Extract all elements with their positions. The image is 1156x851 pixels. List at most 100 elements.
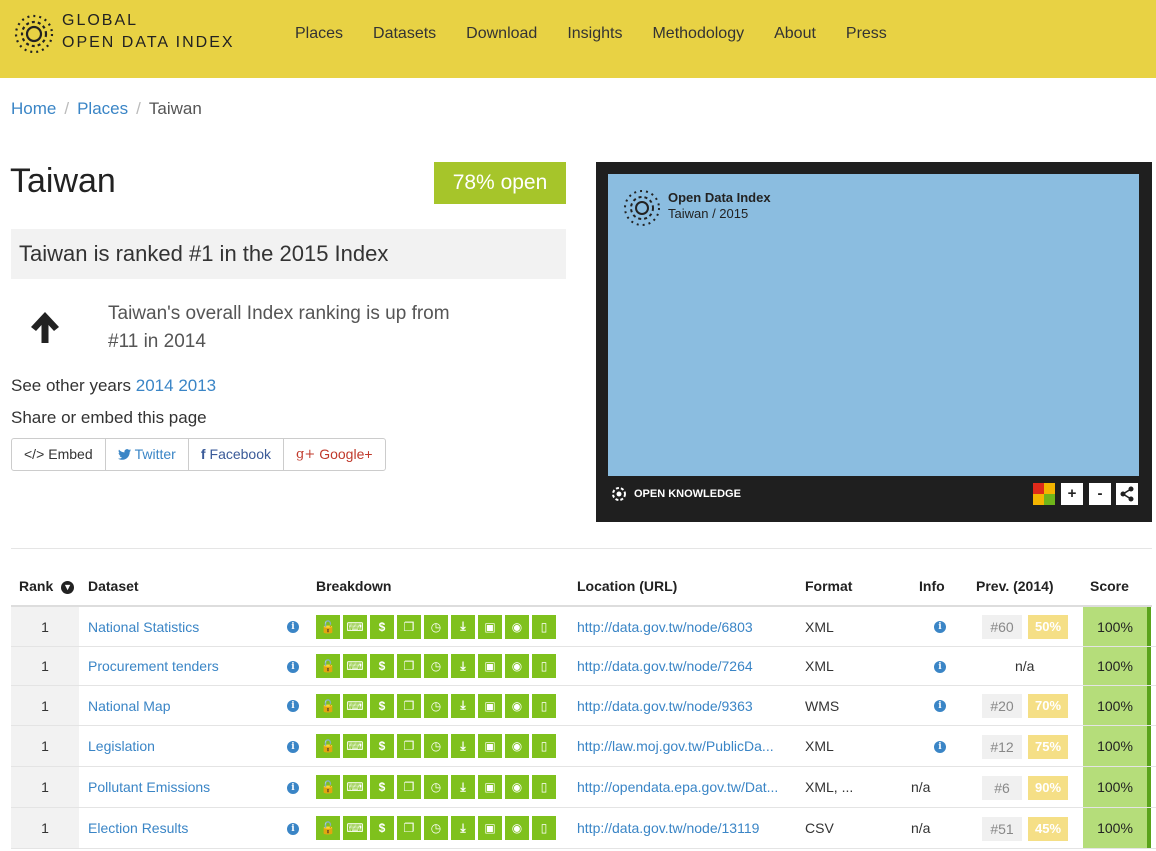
open-knowledge-logo[interactable]: OPEN KNOWLEDGE (610, 485, 741, 503)
copy-icon[interactable]: ❐ (397, 693, 421, 718)
info-icon[interactable]: i (934, 740, 946, 753)
zoom-in-button[interactable]: + (1061, 483, 1083, 505)
save-icon[interactable]: ▣ (478, 816, 502, 840)
download-icon[interactable]: ⤓ (451, 614, 475, 639)
nav-methodology[interactable]: Methodology (637, 0, 759, 78)
embed-button[interactable]: </> Embed (12, 439, 106, 470)
download-icon[interactable]: ⤓ (451, 693, 475, 718)
breadcrumb-places[interactable]: Places (77, 99, 128, 118)
unlock-icon[interactable]: 🔓 (316, 775, 340, 799)
eye-icon[interactable]: ◉ (505, 816, 529, 840)
clock-icon[interactable]: ◷ (424, 734, 448, 758)
location-url-link[interactable]: http://data.gov.tw/node/7264 (577, 647, 787, 685)
info-icon[interactable]: i (934, 700, 946, 712)
header-rank[interactable]: Rank ▼ (19, 568, 75, 605)
dollar-icon[interactable]: $ (370, 816, 394, 840)
info-icon[interactable]: i (934, 660, 946, 673)
nav-press[interactable]: Press (831, 0, 902, 78)
download-icon[interactable]: ⤓ (451, 654, 475, 678)
clock-icon[interactable]: ◷ (424, 654, 448, 678)
header-location[interactable]: Location (URL) (577, 568, 677, 605)
zoom-out-button[interactable]: - (1089, 483, 1111, 505)
nav-download[interactable]: Download (451, 0, 552, 78)
eye-icon[interactable]: ◉ (505, 614, 529, 639)
nav-about[interactable]: About (759, 0, 831, 78)
header-format[interactable]: Format (805, 568, 852, 605)
nav-places[interactable]: Places (280, 0, 358, 78)
keyboard-icon[interactable]: ⌨ (343, 775, 367, 799)
dollar-icon[interactable]: $ (370, 654, 394, 678)
site-logo[interactable]: GLOBAL OPEN DATA INDEX (12, 10, 272, 60)
info-icon[interactable]: i (287, 660, 299, 673)
map-canvas[interactable]: Open Data Index Taiwan / 2015 (608, 174, 1139, 476)
unlock-icon[interactable]: 🔓 (316, 654, 340, 678)
header-prev[interactable]: Prev. (2014) (976, 568, 1054, 605)
info-icon[interactable]: i (287, 781, 299, 794)
year-link-2014[interactable]: 2014 (136, 376, 174, 395)
header-score[interactable]: Score (1090, 568, 1129, 605)
copy-icon[interactable]: ❐ (397, 775, 421, 799)
nav-datasets[interactable]: Datasets (358, 0, 451, 78)
unlock-icon[interactable]: 🔓 (316, 816, 340, 840)
dataset-link[interactable]: Election Results (88, 808, 188, 848)
copy-icon[interactable]: ❐ (397, 734, 421, 758)
info-icon[interactable]: i (287, 822, 299, 835)
copy-icon[interactable]: ❐ (397, 614, 421, 639)
header-dataset[interactable]: Dataset (88, 568, 139, 605)
info-icon[interactable]: i (287, 740, 299, 753)
eye-icon[interactable]: ◉ (505, 693, 529, 718)
keyboard-icon[interactable]: ⌨ (343, 734, 367, 758)
eye-icon[interactable]: ◉ (505, 734, 529, 758)
clock-icon[interactable]: ◷ (424, 614, 448, 639)
file-icon[interactable]: ▯ (532, 693, 556, 718)
download-icon[interactable]: ⤓ (451, 734, 475, 758)
keyboard-icon[interactable]: ⌨ (343, 693, 367, 718)
location-url-link[interactable]: http://law.moj.gov.tw/PublicDa... (577, 726, 787, 766)
share-map-button[interactable] (1116, 483, 1138, 505)
unlock-icon[interactable]: 🔓 (316, 734, 340, 758)
copy-icon[interactable]: ❐ (397, 816, 421, 840)
dollar-icon[interactable]: $ (370, 734, 394, 758)
location-url-link[interactable]: http://opendata.epa.gov.tw/Dat... (577, 767, 787, 807)
clock-icon[interactable]: ◷ (424, 693, 448, 718)
save-icon[interactable]: ▣ (478, 654, 502, 678)
download-icon[interactable]: ⤓ (451, 816, 475, 840)
dollar-icon[interactable]: $ (370, 693, 394, 718)
info-icon[interactable]: i (287, 621, 299, 633)
keyboard-icon[interactable]: ⌨ (343, 614, 367, 639)
info-icon[interactable]: i (934, 621, 946, 633)
location-url-link[interactable]: http://data.gov.tw/node/13119 (577, 808, 787, 848)
dollar-icon[interactable]: $ (370, 614, 394, 639)
dollar-icon[interactable]: $ (370, 775, 394, 799)
file-icon[interactable]: ▯ (532, 614, 556, 639)
keyboard-icon[interactable]: ⌨ (343, 654, 367, 678)
location-url-link[interactable]: http://data.gov.tw/node/9363 (577, 686, 787, 725)
location-url-link[interactable]: http://data.gov.tw/node/6803 (577, 607, 787, 646)
download-icon[interactable]: ⤓ (451, 775, 475, 799)
copy-icon[interactable]: ❐ (397, 654, 421, 678)
twitter-button[interactable]: Twitter (106, 439, 189, 470)
eye-icon[interactable]: ◉ (505, 654, 529, 678)
dataset-link[interactable]: National Statistics (88, 607, 199, 646)
facebook-button[interactable]: f Facebook (189, 439, 284, 470)
unlock-icon[interactable]: 🔓 (316, 614, 340, 639)
dataset-link[interactable]: Pollutant Emissions (88, 767, 210, 807)
dataset-link[interactable]: National Map (88, 686, 171, 725)
color-legend-button[interactable] (1033, 483, 1055, 505)
file-icon[interactable]: ▯ (532, 816, 556, 840)
save-icon[interactable]: ▣ (478, 734, 502, 758)
dataset-link[interactable]: Procurement tenders (88, 647, 219, 685)
eye-icon[interactable]: ◉ (505, 775, 529, 799)
info-icon[interactable]: i (287, 700, 299, 712)
google-plus-button[interactable]: g+ Google+ (284, 439, 385, 470)
clock-icon[interactable]: ◷ (424, 775, 448, 799)
year-link-2013[interactable]: 2013 (178, 376, 216, 395)
save-icon[interactable]: ▣ (478, 775, 502, 799)
clock-icon[interactable]: ◷ (424, 816, 448, 840)
nav-insights[interactable]: Insights (552, 0, 637, 78)
file-icon[interactable]: ▯ (532, 734, 556, 758)
save-icon[interactable]: ▣ (478, 693, 502, 718)
breadcrumb-home[interactable]: Home (11, 99, 56, 118)
file-icon[interactable]: ▯ (532, 654, 556, 678)
file-icon[interactable]: ▯ (532, 775, 556, 799)
